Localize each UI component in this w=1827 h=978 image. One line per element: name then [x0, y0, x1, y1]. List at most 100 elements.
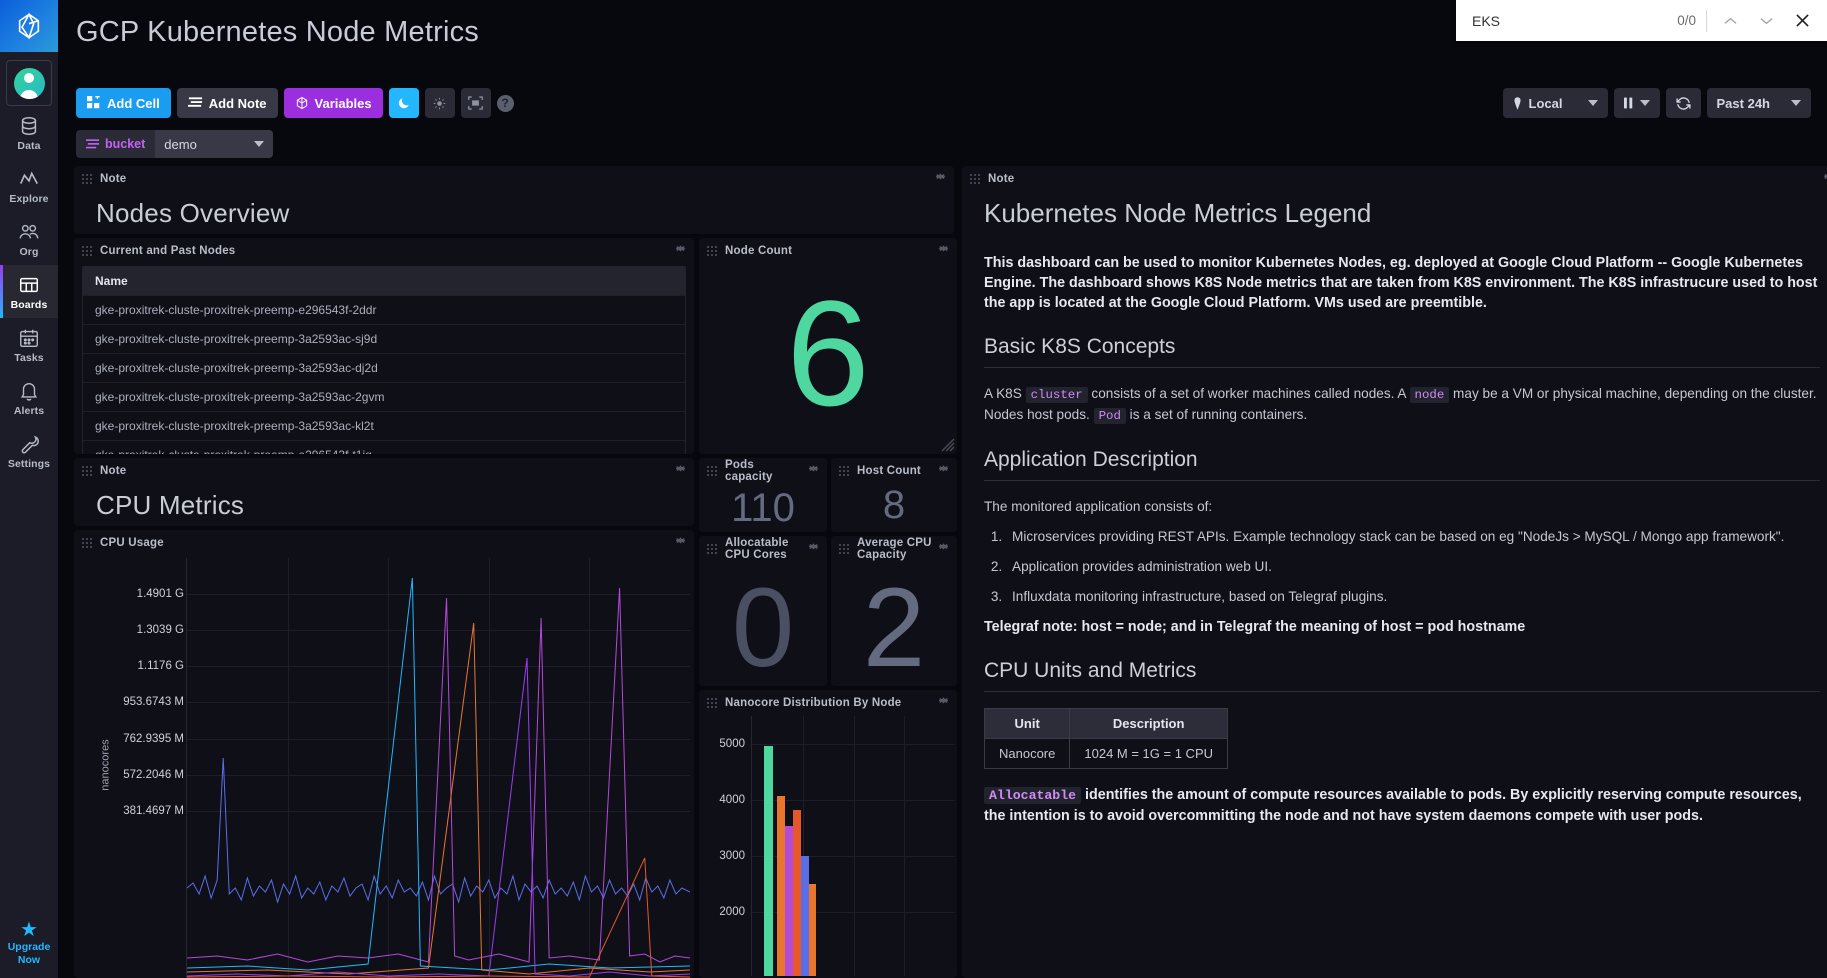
- influxdb-logo-icon[interactable]: [0, 0, 58, 52]
- cell-average-cpu-capacity[interactable]: Average CPU Capacity 2: [831, 536, 957, 686]
- table-row[interactable]: gke-proxitrek-cluste-proxitrek-preemp-e2…: [83, 440, 685, 454]
- nodes-table[interactable]: Name gke-proxitrek-cluste-proxitrek-pree…: [82, 266, 686, 454]
- cell-header: Note: [74, 166, 954, 188]
- y-tick: 572.2046 M: [123, 769, 184, 781]
- add-cell-button[interactable]: Add Cell: [76, 88, 171, 118]
- table-row[interactable]: gke-proxitrek-cluste-proxitrek-preemp-3a…: [83, 353, 685, 382]
- divider: [1706, 9, 1707, 32]
- resize-grip-icon[interactable]: [939, 436, 955, 452]
- nanocore-chart[interactable]: 5000 4000 3000 2000: [699, 712, 957, 978]
- presentation-mode-button[interactable]: [460, 88, 491, 118]
- legend-heading-basic: Basic K8S Concepts: [984, 335, 1176, 358]
- gear-icon[interactable]: [674, 242, 687, 255]
- browser-find-bar[interactable]: 0/0: [1456, 0, 1827, 41]
- legend-telegraf-note: Telegraf note: host = node; and in Teleg…: [984, 619, 1526, 635]
- gear-icon[interactable]: [674, 462, 687, 475]
- cell-current-past-nodes[interactable]: Current and Past Nodes Name gke-proxitre…: [74, 238, 694, 454]
- drag-handle-icon[interactable]: [82, 246, 92, 256]
- upgrade-now-button[interactable]: ★ Upgrade Now: [0, 920, 58, 966]
- sidebar-item-tasks[interactable]: Tasks: [0, 318, 58, 371]
- sidebar-item-alerts[interactable]: Alerts: [0, 371, 58, 424]
- cell-nanocore-distribution[interactable]: Nanocore Distribution By Node 5000 4000 …: [699, 690, 957, 978]
- inline-code-allocatable: Allocatable: [984, 787, 1082, 804]
- list-item: Influxdata monitoring infrastructure, ba…: [1006, 587, 1820, 607]
- pause-icon: [1623, 97, 1632, 109]
- y-tick: 4000: [719, 794, 745, 806]
- table-row[interactable]: gke-proxitrek-cluste-proxitrek-preemp-3a…: [83, 411, 685, 440]
- cell-host-count[interactable]: Host Count 8: [831, 458, 957, 532]
- upgrade-label-1: Upgrade: [7, 941, 51, 953]
- gear-icon[interactable]: [934, 170, 947, 183]
- table-cell-description: 1024 M = 1G = 1 CPU: [1069, 738, 1228, 769]
- drag-handle-icon[interactable]: [707, 698, 717, 708]
- legend-allocatable-paragraph: Allocatable identifies the amount of com…: [984, 785, 1820, 826]
- variable-value-dropdown[interactable]: demo: [155, 130, 274, 158]
- sidebar-item-explore[interactable]: Explore: [0, 159, 58, 212]
- table-row[interactable]: gke-proxitrek-cluste-proxitrek-preemp-3a…: [83, 382, 685, 411]
- variable-name-label: bucket: [105, 137, 146, 151]
- cell-note-nodes-overview[interactable]: Note Nodes Overview: [74, 166, 954, 234]
- time-range-dropdown[interactable]: Past 24h: [1706, 88, 1811, 118]
- chevron-down-icon[interactable]: [1753, 8, 1779, 34]
- auto-refresh-dropdown[interactable]: [1613, 88, 1660, 118]
- sidebar-item-settings[interactable]: Settings: [0, 424, 58, 477]
- cell-note-cpu-metrics[interactable]: Note CPU Metrics: [74, 458, 694, 526]
- cell-title: Current and Past Nodes: [100, 244, 236, 257]
- avatar[interactable]: [6, 60, 52, 106]
- cell-pods-capacity[interactable]: Pods capacity 110: [699, 458, 827, 532]
- cell-allocatable-cpu-cores[interactable]: Allocatable CPU Cores 0: [699, 536, 827, 686]
- note-title: Nodes Overview: [96, 198, 290, 228]
- legend-title: Kubernetes Node Metrics Legend: [984, 198, 1372, 228]
- refresh-button[interactable]: [1665, 88, 1701, 118]
- sidebar-item-boards[interactable]: Boards: [0, 265, 58, 318]
- wrench-icon: [21, 435, 39, 454]
- divider: [984, 480, 1820, 481]
- add-note-button[interactable]: Add Note: [176, 88, 278, 118]
- table-cell-unit: Nanocore: [983, 738, 1071, 769]
- dashboard-toolbar: Add Cell Add Note Variables ?: [76, 88, 514, 118]
- cpu-usage-plot: [186, 558, 690, 978]
- legend-content: Kubernetes Node Metrics Legend This dash…: [962, 188, 1827, 978]
- pods-capacity-value: 110: [731, 486, 795, 530]
- cell-note-legend[interactable]: Note Kubernetes Node Metrics Legend This…: [962, 166, 1827, 978]
- star-icon: ★: [20, 919, 38, 941]
- sidebar-item-label: Explore: [9, 193, 49, 205]
- find-input[interactable]: [1472, 12, 1668, 29]
- light-mode-toggle[interactable]: [424, 88, 455, 118]
- drag-handle-icon[interactable]: [82, 538, 92, 548]
- note-title: CPU Metrics: [96, 490, 245, 520]
- table-row[interactable]: gke-proxitrek-cluste-proxitrek-preemp-3a…: [83, 324, 685, 353]
- cell-header: CPU Usage: [74, 530, 694, 552]
- y-tick: 1.3039 G: [136, 624, 184, 636]
- y-tick: 2000: [719, 906, 745, 918]
- dark-mode-toggle[interactable]: [388, 88, 419, 118]
- table-row[interactable]: gke-proxitrek-cluste-proxitrek-preemp-e2…: [83, 295, 685, 324]
- question-mark-icon[interactable]: ?: [496, 94, 514, 112]
- cpu-usage-chart[interactable]: nanocores 1.4901 G 1.3039 G 1.1176 G 953…: [74, 552, 694, 978]
- chevron-down-icon: [1791, 100, 1801, 106]
- gear-icon[interactable]: [937, 694, 950, 707]
- drag-handle-icon[interactable]: [82, 466, 92, 476]
- gear-icon[interactable]: [674, 534, 687, 547]
- chevron-up-icon[interactable]: [1717, 8, 1743, 34]
- variables-button[interactable]: Variables: [283, 88, 383, 118]
- calendar-icon: [20, 329, 38, 347]
- y-tick: 1.4901 G: [136, 588, 184, 600]
- dashboard-grid-icon: [20, 277, 38, 293]
- cell-cpu-usage[interactable]: CPU Usage nanocores 1.4901 G 1.3039 G 1.…: [74, 530, 694, 978]
- drag-handle-icon[interactable]: [82, 174, 92, 184]
- dashboard-toolbar-right: Local Past 24h: [1502, 88, 1811, 118]
- sidebar-item-label: Settings: [7, 458, 51, 470]
- drag-handle-icon[interactable]: [970, 174, 980, 184]
- sidebar-item-data[interactable]: Data: [0, 106, 58, 159]
- cpu-usage-series: [187, 577, 690, 978]
- user-avatar-icon: [13, 67, 45, 99]
- sidebar-item-org[interactable]: Org: [0, 212, 58, 265]
- gear-icon[interactable]: [1822, 170, 1827, 183]
- close-x-icon[interactable]: [1789, 8, 1815, 34]
- add-cell-label: Add Cell: [107, 95, 160, 111]
- timezone-dropdown[interactable]: Local: [1502, 88, 1608, 118]
- cell-node-count[interactable]: Node Count 6: [699, 238, 957, 454]
- legend-basic-paragraph: A K8S cluster consists of a set of worke…: [984, 384, 1820, 426]
- inline-code-pod: Pod: [1093, 408, 1126, 424]
